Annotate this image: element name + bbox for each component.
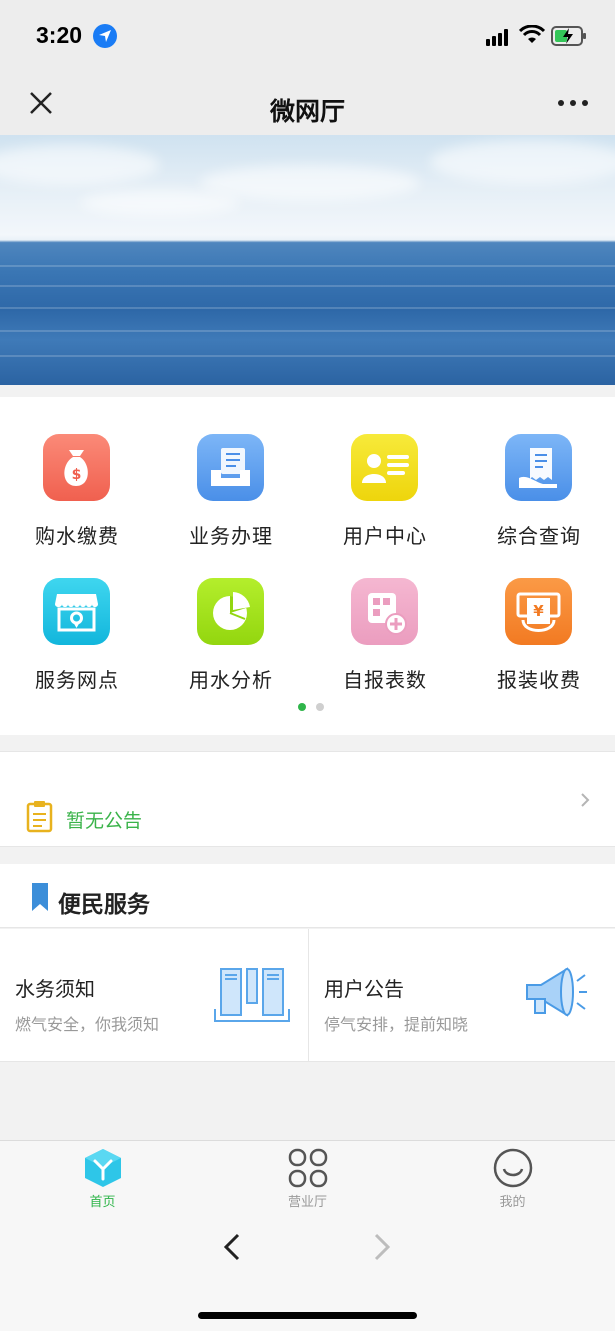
svg-text:¥: ¥: [533, 602, 544, 620]
service-subtitle: 燃气安全，你我须知: [15, 1015, 160, 1034]
tab-business-hall[interactable]: 营业厅: [205, 1141, 410, 1213]
service-card-user-notice[interactable]: 用户公告 停气安排，提前知晓: [308, 929, 615, 1062]
smile-face-icon: [493, 1148, 533, 1188]
notice-bar[interactable]: 暂无公告: [0, 751, 615, 847]
grid-item-label: 用户中心: [343, 524, 427, 548]
grid-item-query[interactable]: 综合查询: [462, 434, 615, 564]
pie-chart-icon: [197, 578, 264, 645]
meter-add-icon: [351, 578, 418, 645]
tab-label: 首页: [89, 1195, 116, 1210]
location-arrow-icon: [93, 24, 117, 48]
receipt-icon: [505, 434, 572, 501]
service-card-water-notice[interactable]: 水务须知 燃气安全，你我须知: [0, 929, 307, 1062]
section-title: 便民服务: [58, 892, 150, 918]
grid-item-label: 购水缴费: [35, 524, 119, 548]
page-indicator: [298, 703, 328, 711]
services-panel: 水务须知 燃气安全，你我须知 用户公告 停气安排，提前知晓: [0, 929, 615, 1062]
money-bag-icon: $: [43, 434, 110, 501]
chevron-right-icon: [581, 793, 590, 807]
grid-apps-icon: [288, 1148, 328, 1188]
back-arrow-icon[interactable]: [222, 1232, 242, 1262]
forward-arrow-icon[interactable]: [372, 1232, 392, 1262]
document-tray-icon: [197, 434, 264, 501]
grid-item-label: 自报表数: [343, 668, 427, 692]
grid-item-service-outlets[interactable]: 服务网点: [0, 578, 154, 708]
home-indicator: [198, 1312, 417, 1319]
yen-bill-icon: ¥: [505, 578, 572, 645]
banner-image: [0, 135, 615, 385]
grid-item-business[interactable]: 业务办理: [154, 434, 308, 564]
clipboard-icon: [26, 801, 53, 833]
tab-label: 我的: [499, 1195, 526, 1210]
store-icon: [43, 578, 110, 645]
page-dot-active: [298, 703, 306, 711]
browser-toolbar: [0, 1212, 615, 1331]
megaphone-icon: [526, 967, 587, 1017]
tab-bar: 首页 营业厅 我的: [0, 1140, 615, 1212]
home-cube-icon: [85, 1149, 121, 1187]
grid-item-self-report[interactable]: 自报表数: [308, 578, 462, 708]
grid-item-installation-fee[interactable]: ¥ 报装收费: [462, 578, 615, 708]
service-subtitle: 停气安排，提前知晓: [324, 1015, 469, 1034]
wifi-icon: [519, 25, 545, 43]
section-header: 便民服务: [0, 864, 615, 928]
battery-charging-icon: [551, 26, 586, 46]
tab-home[interactable]: 首页: [0, 1141, 205, 1213]
grid-item-purchase-water[interactable]: $ 购水缴费: [0, 434, 154, 564]
cellular-signal-icon: [486, 29, 512, 46]
bookmark-icon: [32, 883, 48, 911]
grid-item-label: 业务办理: [189, 524, 273, 548]
grid-item-label: 用水分析: [189, 668, 273, 692]
page-title: 微网厅: [269, 97, 345, 126]
grid-item-label: 综合查询: [497, 524, 581, 548]
notice-text: 暂无公告: [66, 810, 143, 832]
grid-item-label: 服务网点: [35, 668, 119, 692]
nav-bar: 微网厅: [0, 72, 615, 135]
service-title: 水务须知: [15, 977, 95, 1001]
svg-text:$: $: [72, 467, 82, 483]
tab-mine[interactable]: 我的: [410, 1141, 615, 1213]
documents-icon: [214, 968, 290, 1022]
grid-item-user-center[interactable]: 用户中心: [308, 434, 462, 564]
more-options-icon[interactable]: [558, 100, 588, 108]
status-bar: 3:20: [0, 0, 615, 72]
page-dot: [316, 703, 324, 711]
user-card-icon: [351, 434, 418, 501]
tab-label: 营业厅: [287, 1195, 327, 1210]
service-title: 用户公告: [324, 977, 404, 1001]
status-time: 3:20: [36, 22, 83, 48]
grid-item-label: 报装收费: [497, 668, 581, 692]
grid-item-water-analysis[interactable]: 用水分析: [154, 578, 308, 708]
